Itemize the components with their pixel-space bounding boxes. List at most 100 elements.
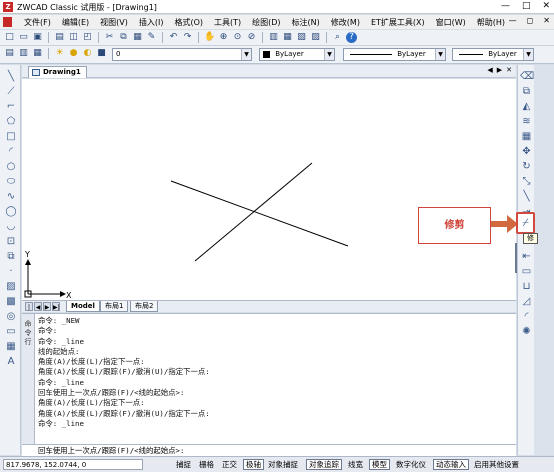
next-tab-button[interactable]: ▶	[43, 302, 51, 311]
status-toggle-2[interactable]: 正交	[220, 459, 239, 470]
mdi-minimize-button[interactable]: —	[509, 16, 517, 25]
vertical-scrollbar-thumb[interactable]	[515, 243, 517, 273]
close-button[interactable]: ✕	[542, 1, 550, 11]
tab-layout2[interactable]: 布局2	[130, 301, 159, 312]
menu-item-1[interactable]: 编辑(E)	[62, 17, 89, 28]
tab-scroll-left-button[interactable]: ◀	[487, 66, 492, 74]
menu-item-9[interactable]: ET扩展工具(X)	[371, 17, 425, 28]
tab-scroll-right-button[interactable]: ▶	[497, 66, 502, 74]
menu-item-5[interactable]: 工具(T)	[214, 17, 241, 28]
menu-item-8[interactable]: 修改(M)	[331, 17, 360, 28]
gradient-icon[interactable]: ▩	[5, 296, 17, 308]
layer-on-icon[interactable]: ☀	[54, 48, 65, 59]
drawn-line-1[interactable]	[170, 180, 349, 247]
revision-cloud-icon[interactable]: ◯	[5, 206, 17, 218]
status-toggle-4[interactable]: 对象捕捉	[266, 459, 300, 470]
move-icon[interactable]: ✥	[520, 146, 533, 158]
table-icon[interactable]: ▦	[5, 341, 17, 353]
mtext-icon[interactable]: A	[5, 356, 17, 368]
ellipse-arc-icon[interactable]: ◡	[5, 221, 17, 233]
new-file-icon[interactable]: □	[4, 32, 15, 43]
erase-icon[interactable]: ⌫	[520, 71, 534, 83]
scale-icon[interactable]: ⤡	[520, 176, 533, 188]
search-icon[interactable]: ⌕	[332, 32, 343, 43]
print-preview-icon[interactable]: ◫	[68, 32, 79, 43]
layer-dropdown[interactable]: 0 ▼	[112, 48, 252, 61]
join-icon[interactable]: ⊔	[520, 281, 533, 293]
explode-icon[interactable]: ✺	[520, 326, 533, 338]
menu-item-10[interactable]: 窗口(W)	[436, 17, 466, 28]
region-icon[interactable]: ◎	[5, 311, 17, 323]
menu-item-2[interactable]: 视图(V)	[100, 17, 128, 28]
menu-item-0[interactable]: 文件(F)	[24, 17, 51, 28]
design-center-icon[interactable]: ▦	[282, 32, 293, 43]
make-block-icon[interactable]: ⧉	[5, 251, 17, 263]
menu-item-6[interactable]: 绘图(D)	[252, 17, 280, 28]
insert-block-icon[interactable]: ⊡	[5, 236, 17, 248]
status-toggle-7[interactable]: 模型	[369, 459, 390, 470]
status-toggle-6[interactable]: 线宽	[346, 459, 365, 470]
drawn-line-2[interactable]	[194, 162, 313, 262]
lineweight-dropdown[interactable]: ByLayer ▼	[452, 48, 534, 61]
zoom-previous-icon[interactable]: ⊘	[246, 32, 257, 43]
tab-layout1[interactable]: 布局1	[100, 301, 129, 312]
command-window-handle[interactable]: 命令行	[22, 314, 35, 445]
status-toggle-0[interactable]: 捕捉	[174, 459, 193, 470]
print-icon[interactable]: ▤	[54, 32, 65, 43]
calculator-icon[interactable]: ▨	[310, 32, 321, 43]
menu-item-3[interactable]: 插入(I)	[139, 17, 164, 28]
line-icon[interactable]: ╲	[5, 71, 17, 83]
pan-icon[interactable]: ✋	[204, 32, 215, 43]
arc-icon[interactable]: ◜	[5, 146, 17, 158]
menu-item-11[interactable]: 帮助(H)	[477, 17, 505, 28]
menu-item-4[interactable]: 格式(O)	[174, 17, 203, 28]
status-toggle-9[interactable]: 动态输入	[433, 459, 469, 470]
properties-icon[interactable]: ▥	[268, 32, 279, 43]
circle-icon[interactable]: ○	[5, 161, 17, 173]
menu-item-7[interactable]: 标注(N)	[292, 17, 320, 28]
polygon-icon[interactable]: ⬠	[5, 116, 17, 128]
drawing-canvas[interactable]: Y X	[22, 79, 516, 300]
prev-tab-button[interactable]: ◀	[34, 302, 42, 311]
status-toggle-1[interactable]: 栅格	[197, 459, 216, 470]
break-icon[interactable]: ▭	[520, 266, 533, 278]
status-toggle-8[interactable]: 数字化仪	[394, 459, 428, 470]
chamfer-icon[interactable]: ◿	[520, 296, 533, 308]
copy-icon[interactable]: ⧉	[118, 32, 129, 43]
rotate-icon[interactable]: ↻	[520, 161, 533, 173]
redo-icon[interactable]: ↷	[182, 32, 193, 43]
make-layer-current-icon[interactable]: ▦	[32, 48, 43, 59]
publish-icon[interactable]: ◰	[82, 32, 93, 43]
polyline-icon[interactable]: ⌐	[5, 101, 17, 113]
point-icon[interactable]: ·	[5, 266, 17, 278]
paste-icon[interactable]: ▦	[132, 32, 143, 43]
layer-manager-icon[interactable]: ▤	[4, 48, 15, 59]
hatch-icon[interactable]: ▨	[5, 281, 17, 293]
tool-palettes-icon[interactable]: ▧	[296, 32, 307, 43]
open-folder-icon[interactable]: ▭	[18, 32, 29, 43]
layer-lock-icon[interactable]: ◐	[82, 48, 93, 59]
maximize-button[interactable]: □	[522, 1, 531, 11]
color-dropdown[interactable]: ByLayer ▼	[259, 48, 335, 61]
extend-icon[interactable]: ⇤	[520, 251, 533, 263]
status-toggle-10[interactable]: 启用其他设置	[472, 459, 521, 470]
tab-model[interactable]: Model	[66, 301, 100, 312]
ellipse-icon[interactable]: ⬭	[5, 176, 17, 188]
minimize-button[interactable]: —	[501, 1, 510, 11]
save-icon[interactable]: ▣	[32, 32, 43, 43]
last-tab-button[interactable]: ▶|	[52, 302, 60, 311]
layer-previous-icon[interactable]: ▥	[18, 48, 29, 59]
mirror-icon[interactable]: ◭	[520, 101, 533, 113]
ray-icon[interactable]: ⟋	[5, 86, 17, 98]
tab-close-button[interactable]: ✕	[506, 66, 512, 74]
layer-color-icon[interactable]: ■	[96, 48, 107, 59]
layer-freeze-icon[interactable]: ●	[68, 48, 79, 59]
copy-object-icon[interactable]: ⧉	[520, 86, 533, 98]
array-icon[interactable]: ▦	[520, 131, 533, 143]
command-input[interactable]: 回车使用上一次点/跟踪(F)/<线的起始点>:	[22, 444, 516, 456]
mdi-restore-button[interactable]: ◻	[527, 16, 534, 25]
match-properties-icon[interactable]: ✎	[146, 32, 157, 43]
stretch-icon[interactable]: ╲	[520, 191, 533, 203]
rectangle-icon[interactable]: □	[5, 131, 17, 143]
document-icon[interactable]	[3, 17, 12, 27]
